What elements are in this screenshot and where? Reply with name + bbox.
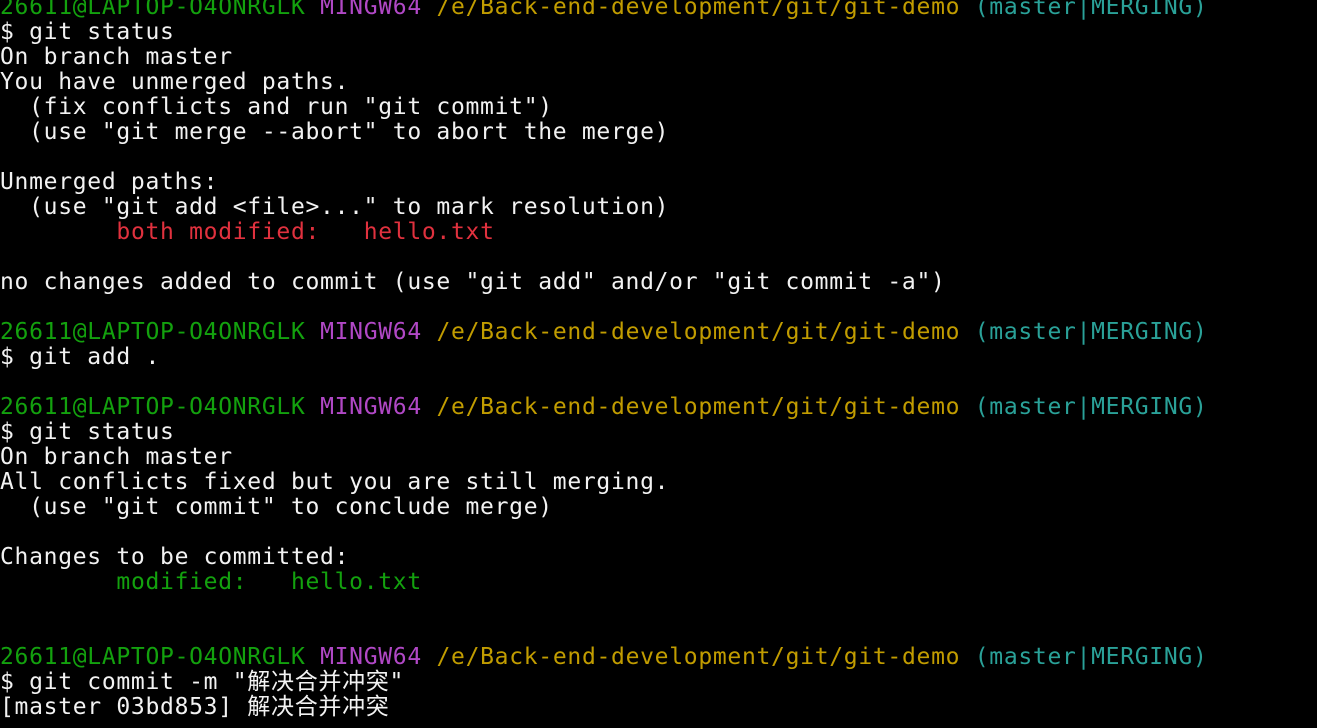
terminal-line: $ git add .	[0, 345, 1317, 370]
text-segment	[960, 644, 975, 670]
text-segment: All conflicts fixed but you are still me…	[0, 469, 670, 495]
terminal-line: $ git commit -m "解决合并冲突"	[0, 670, 1317, 695]
text-mingw: MINGW64	[320, 319, 422, 345]
terminal-line: 26611@LAPTOP-O4ONRGLK MINGW64 /e/Back-en…	[0, 0, 1317, 20]
terminal-line: $ git status	[0, 420, 1317, 445]
terminal-line: Changes to be committed:	[0, 545, 1317, 570]
terminal-line: On branch master	[0, 45, 1317, 70]
terminal-line: both modified: hello.txt	[0, 220, 1317, 245]
text-user-host: 26611@LAPTOP-O4ONRGLK	[0, 319, 306, 345]
text-segment: Unmerged paths:	[0, 169, 219, 195]
terminal-line: 26611@LAPTOP-O4ONRGLK MINGW64 /e/Back-en…	[0, 320, 1317, 345]
text-segment: Changes to be committed:	[0, 544, 350, 570]
text-staged: modified: hello.txt	[116, 569, 422, 595]
text-user-host: 26611@LAPTOP-O4ONRGLK	[0, 0, 306, 20]
terminal-line: You have unmerged paths.	[0, 70, 1317, 95]
terminal-line: (use "git commit" to conclude merge)	[0, 495, 1317, 520]
terminal-line: $ git status	[0, 20, 1317, 45]
text-mingw: MINGW64	[320, 394, 422, 420]
text-path: /e/Back-end-development/git/git-demo	[436, 394, 961, 420]
text-segment	[306, 644, 321, 670]
text-branch: (master|MERGING)	[974, 394, 1208, 420]
text-segment: [master 03bd853] 解决合并冲突	[0, 694, 390, 720]
terminal-line: [master 03bd853] 解决合并冲突	[0, 695, 1317, 720]
text-segment: $ git commit -m "解决合并冲突"	[0, 669, 405, 695]
text-segment: On branch master	[0, 444, 233, 470]
text-segment	[306, 394, 321, 420]
text-segment: $ git status	[0, 19, 175, 45]
terminal-line: 26611@LAPTOP-O4ONRGLK MINGW64 /e/Back-en…	[0, 645, 1317, 670]
terminal-line: 26611@LAPTOP-O4ONRGLK MINGW64 /e/Back-en…	[0, 395, 1317, 420]
terminal-line: modified: hello.txt	[0, 570, 1317, 595]
terminal-line: All conflicts fixed but you are still me…	[0, 470, 1317, 495]
terminal-line: (fix conflicts and run "git commit")	[0, 95, 1317, 120]
text-mingw: MINGW64	[320, 0, 422, 20]
terminal-line: Unmerged paths:	[0, 170, 1317, 195]
text-path: /e/Back-end-development/git/git-demo	[436, 644, 961, 670]
text-segment	[422, 0, 437, 20]
text-segment: no changes added to commit (use "git add…	[0, 269, 946, 295]
text-segment	[0, 569, 116, 595]
text-segment	[422, 644, 437, 670]
text-segment: (use "git add <file>..." to mark resolut…	[0, 194, 670, 220]
text-path: /e/Back-end-development/git/git-demo	[436, 319, 961, 345]
text-segment	[960, 319, 975, 345]
text-path: /e/Back-end-development/git/git-demo	[436, 0, 961, 20]
text-segment: On branch master	[0, 44, 233, 70]
text-branch: (master|MERGING)	[974, 644, 1208, 670]
terminal-output[interactable]: 26611@LAPTOP-O4ONRGLK MINGW64 /e/Back-en…	[0, 0, 1317, 728]
text-segment: (use "git merge --abort" to abort the me…	[0, 119, 670, 145]
text-conflict: both modified: hello.txt	[116, 219, 495, 245]
text-segment	[306, 319, 321, 345]
text-mingw: MINGW64	[320, 644, 422, 670]
terminal-line: (use "git add <file>..." to mark resolut…	[0, 195, 1317, 220]
text-segment	[422, 394, 437, 420]
terminal-line: no changes added to commit (use "git add…	[0, 270, 1317, 295]
terminal-line: (use "git merge --abort" to abort the me…	[0, 120, 1317, 145]
terminal-line: On branch master	[0, 445, 1317, 470]
text-segment	[960, 394, 975, 420]
text-segment: (use "git commit" to conclude merge)	[0, 494, 553, 520]
text-segment	[960, 0, 975, 20]
text-segment: You have unmerged paths.	[0, 69, 350, 95]
text-branch: (master|MERGING)	[974, 0, 1208, 20]
text-branch: (master|MERGING)	[974, 319, 1208, 345]
text-segment: $ git status	[0, 419, 175, 445]
text-user-host: 26611@LAPTOP-O4ONRGLK	[0, 644, 306, 670]
text-segment	[0, 219, 116, 245]
text-segment: $ git add .	[0, 344, 161, 370]
text-user-host: 26611@LAPTOP-O4ONRGLK	[0, 394, 306, 420]
text-segment	[422, 319, 437, 345]
text-segment	[306, 0, 321, 20]
text-segment: (fix conflicts and run "git commit")	[0, 94, 553, 120]
